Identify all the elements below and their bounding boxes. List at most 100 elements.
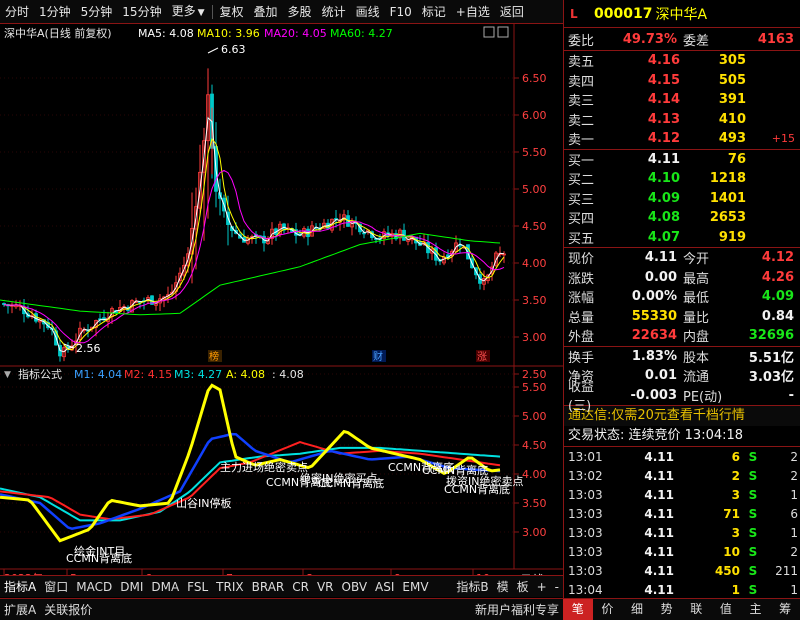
trade-direction: S <box>748 468 758 483</box>
trade-count: 2 <box>790 544 798 559</box>
mark-button[interactable]: 标记 <box>417 0 451 24</box>
trade-time: 13:02 <box>568 468 603 483</box>
indicator-tab-1[interactable]: 窗口 <box>40 577 72 597</box>
kline-chart[interactable]: 6.50 6.00 5.50 5.00 4.50 4.00 3.50 3.00 2.50 5.5… <box>0 24 563 598</box>
indicator-tab-14[interactable]: 模 <box>493 577 513 597</box>
fuquan-button[interactable]: 复权 <box>215 0 249 24</box>
tab-fenshi[interactable]: 分时 <box>0 0 34 24</box>
detail-tab-2[interactable]: 细 <box>622 599 652 620</box>
indicator-annotations: CCMN背离底绘金INT目山谷IN停板CCMN背离底主力进场绝密卖点CCMN背离… <box>66 460 523 565</box>
tab-more[interactable]: 更多 ▼ <box>167 0 210 25</box>
f10-button[interactable]: F10 <box>385 0 417 24</box>
ask-row-4[interactable]: 卖四 4.15 505 <box>564 71 800 91</box>
trade-row: 13:02 4.11 2 S 2 <box>564 466 800 485</box>
trade-count: 6 <box>790 506 798 521</box>
marker-cai-label: 财 <box>373 350 383 363</box>
chart-area[interactable]: 6.50 6.00 5.50 5.00 4.50 4.00 3.50 3.00 2.50 5.5… <box>0 24 563 598</box>
indicator-tab-0[interactable]: 指标A <box>0 577 40 597</box>
m2-legend: M2: 4.15 <box>124 368 172 381</box>
indicator-tab-8[interactable]: CR <box>288 577 313 597</box>
fund-value: -0.003 <box>630 387 677 403</box>
indicator-tab-15[interactable]: 板 <box>513 577 533 597</box>
detail-tab-1[interactable]: 价 <box>593 599 623 620</box>
weibi-label: 委比 <box>568 33 595 49</box>
indicator-tab-5[interactable]: FSL <box>183 577 212 597</box>
bid-row-5[interactable]: 买五 4.07 919 <box>564 228 800 248</box>
trade-time: 13:04 <box>568 582 603 597</box>
bid-price: 4.07 <box>647 229 680 245</box>
fundamental-stats: 换手 1.83% 股本 5.51亿 净资 0.01 流通 3.03亿 收益(三) -0.003 PE… <box>564 347 800 415</box>
detail-tab-7[interactable]: 筹 <box>770 599 800 620</box>
add-watchlist-button[interactable]: +自选 <box>451 0 495 24</box>
candles <box>2 68 506 362</box>
ma20-legend: MA20: 4.05 <box>264 27 327 40</box>
expand-icon[interactable] <box>483 26 495 38</box>
indicator-tab-11[interactable]: ASI <box>371 577 398 597</box>
ask-change: +15 <box>771 132 795 146</box>
stat-value: 4.09 <box>761 289 794 305</box>
bid-row-3[interactable]: 买三 4.09 1401 <box>564 189 800 209</box>
stat-label: 涨幅 <box>568 291 595 307</box>
chevron-down-icon[interactable]: ▼ <box>4 370 11 380</box>
overlay-button[interactable]: 叠加 <box>249 0 283 24</box>
ask-row-5[interactable]: 卖五 4.16 305 <box>564 51 800 71</box>
trade-volume: 71 <box>723 506 740 521</box>
detail-tab-4[interactable]: 联 <box>682 599 712 620</box>
ask-level-label: 卖四 <box>568 74 595 90</box>
stat-row: 总量 55330 量比 0.84 <box>564 307 800 327</box>
chart-window-icons[interactable] <box>483 26 509 38</box>
indicator-tab-7[interactable]: BRAR <box>248 577 289 597</box>
stats-button[interactable]: 统计 <box>317 0 351 24</box>
bid-level-label: 买三 <box>568 192 595 208</box>
related-quote-tab[interactable]: 关联报价 <box>40 600 96 620</box>
draw-line-button[interactable]: 画线 <box>351 0 385 24</box>
stat-value: 4.11 <box>644 250 677 266</box>
indicator-tab-3[interactable]: DMI <box>116 577 147 597</box>
ask-volume: 505 <box>718 72 746 88</box>
restore-icon[interactable] <box>497 26 509 38</box>
trade-row: 13:04 4.11 1 S 1 <box>564 580 800 599</box>
indicator-tab-12[interactable]: EMV <box>398 577 432 597</box>
indicator-title[interactable]: 指标公式 <box>18 367 62 381</box>
indicator-tab-9[interactable]: VR <box>313 577 338 597</box>
signal-annotation: CCMN背离底 <box>444 482 510 496</box>
bid-level-label: 买五 <box>568 231 595 247</box>
bid-row-2[interactable]: 买二 4.10 1218 <box>564 169 800 189</box>
bid-price: 4.09 <box>647 190 680 206</box>
trade-count: 1 <box>790 487 798 502</box>
indicator-tab-17[interactable]: - <box>551 577 563 597</box>
indicator-tab-2[interactable]: MACD <box>72 577 116 597</box>
detail-tab-5[interactable]: 值 <box>711 599 741 620</box>
price-tick: 6.50 <box>522 72 547 85</box>
detail-tab-3[interactable]: 势 <box>652 599 682 620</box>
detail-tab-6[interactable]: 主 <box>741 599 771 620</box>
ask-row-2[interactable]: 卖二 4.13 410 <box>564 110 800 130</box>
expand-a-tab[interactable]: 扩展A <box>0 600 40 620</box>
ask-row-3[interactable]: 卖三 4.14 391 <box>564 90 800 110</box>
back-button[interactable]: 返回 <box>495 0 529 24</box>
fund-label: 收益(三) <box>568 380 595 415</box>
indicator-tab-4[interactable]: DMA <box>147 577 183 597</box>
indicator-tab-13[interactable]: 指标B <box>452 577 492 597</box>
ask-row-1[interactable]: 卖一 4.12 493 +15 <box>564 129 800 149</box>
tab-1min[interactable]: 1分钟 <box>34 0 76 24</box>
stat-row: 涨跌 0.00 最高 4.26 <box>564 268 800 288</box>
bid-row-1[interactable]: 买一 4.11 76 <box>564 150 800 170</box>
detail-tab-0[interactable]: 笔 <box>563 599 593 620</box>
tab-15min[interactable]: 15分钟 <box>117 0 166 24</box>
indicator-tab-10[interactable]: OBV <box>338 577 372 597</box>
signal-annotation: 绘金INT目 <box>74 544 125 558</box>
bid-level-label: 买四 <box>568 212 595 228</box>
stat-label: 最低 <box>683 291 710 307</box>
indicator-tab-6[interactable]: TRIX <box>212 577 247 597</box>
fund-label: PE(动) <box>683 389 723 405</box>
chart-title: 深中华A(日线 前复权) <box>4 26 112 40</box>
multi-stock-button[interactable]: 多股 <box>283 0 317 24</box>
trade-price: 4.11 <box>644 544 674 559</box>
tab-5min[interactable]: 5分钟 <box>76 0 118 24</box>
trade-count: 2 <box>790 449 798 464</box>
indicator-tab-16[interactable]: + <box>533 577 551 597</box>
bid-row-4[interactable]: 买四 4.08 2653 <box>564 208 800 228</box>
weibi-value: 49.73% <box>622 31 677 47</box>
promo-link[interactable]: 新用户福利专享 <box>471 600 563 620</box>
